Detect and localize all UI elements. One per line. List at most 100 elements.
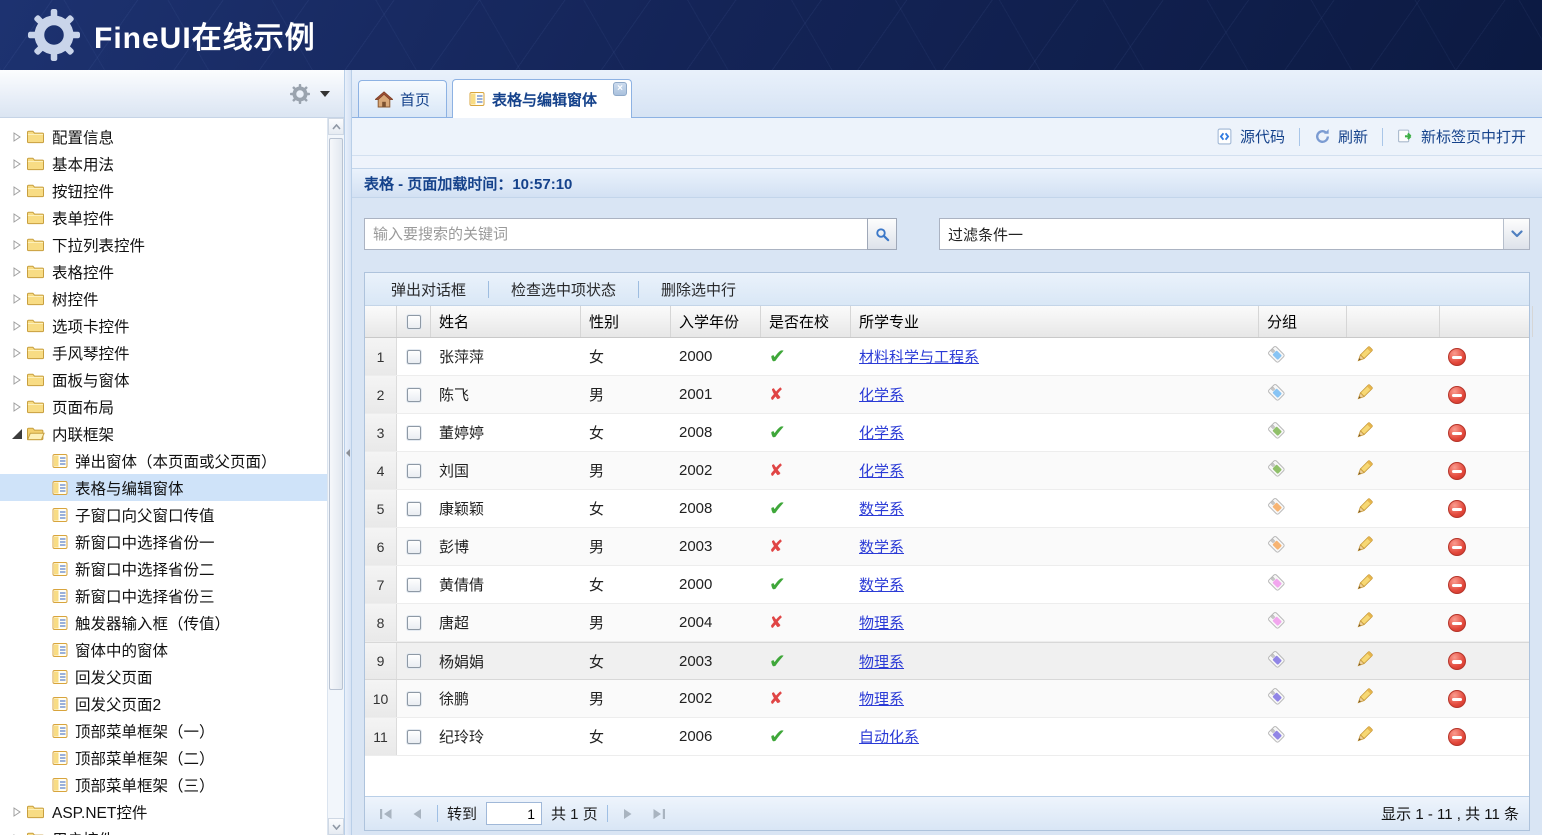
tree-item[interactable]: 弹出窗体（本页面或父页面） xyxy=(0,447,327,474)
tree-item[interactable]: 面板与窗体 xyxy=(0,366,327,393)
search-input[interactable] xyxy=(364,218,867,250)
column-header[interactable]: 是否在校 xyxy=(761,306,851,337)
settings-gear-icon[interactable] xyxy=(290,84,310,104)
row-checkbox[interactable] xyxy=(397,643,431,679)
tree-expand-icon[interactable] xyxy=(13,348,21,358)
tree-item[interactable]: 手风琴控件 xyxy=(0,339,327,366)
view-source-button[interactable]: 源代码 xyxy=(1216,126,1285,147)
tab-home[interactable]: 首页 xyxy=(358,80,447,117)
tree-expand-icon[interactable] xyxy=(13,186,21,196)
tree-expand-icon[interactable] xyxy=(13,159,21,169)
sidebar-splitter[interactable] xyxy=(345,70,352,835)
last-page-button[interactable] xyxy=(648,803,670,825)
delete-icon[interactable] xyxy=(1448,348,1466,366)
major-link[interactable]: 数学系 xyxy=(859,574,904,595)
group-tag-icon[interactable] xyxy=(1267,650,1286,673)
edit-button[interactable] xyxy=(1355,611,1374,634)
tree-item[interactable]: 顶部菜单框架（二） xyxy=(0,744,327,771)
edit-button[interactable] xyxy=(1355,345,1374,368)
select-all-checkbox[interactable] xyxy=(397,306,431,337)
grid-toolbar-button[interactable]: 删除选中行 xyxy=(639,279,758,300)
tree-item[interactable]: ASP.NET控件 xyxy=(0,798,327,825)
group-tag-icon[interactable] xyxy=(1267,383,1286,406)
group-tag-icon[interactable] xyxy=(1267,497,1286,520)
tree-item[interactable]: 新窗口中选择省份二 xyxy=(0,555,327,582)
tree-item[interactable]: 树控件 xyxy=(0,285,327,312)
tree-expand-icon[interactable] xyxy=(13,402,21,412)
group-tag-icon[interactable] xyxy=(1267,611,1286,634)
column-header[interactable]: 分组 xyxy=(1259,306,1347,337)
tree-expand-icon[interactable] xyxy=(13,375,21,385)
column-header[interactable]: 入学年份 xyxy=(671,306,761,337)
edit-button[interactable] xyxy=(1355,497,1374,520)
delete-icon[interactable] xyxy=(1448,576,1466,594)
edit-button[interactable] xyxy=(1355,725,1374,748)
filter-dropdown[interactable]: 过滤条件一 xyxy=(939,218,1530,250)
edit-button[interactable] xyxy=(1355,421,1374,444)
row-checkbox[interactable] xyxy=(397,718,431,755)
settings-dropdown-caret-icon[interactable] xyxy=(320,91,330,97)
delete-icon[interactable] xyxy=(1448,500,1466,518)
grid-toolbar-button[interactable]: 弹出对话框 xyxy=(369,279,488,300)
tree-item[interactable]: 新窗口中选择省份三 xyxy=(0,582,327,609)
tree-expand-icon[interactable] xyxy=(13,321,21,331)
tree-item[interactable]: 子窗口向父窗口传值 xyxy=(0,501,327,528)
tree-expand-icon[interactable] xyxy=(13,294,21,304)
tree-expand-icon[interactable] xyxy=(13,132,21,142)
delete-icon[interactable] xyxy=(1448,424,1466,442)
group-tag-icon[interactable] xyxy=(1267,725,1286,748)
delete-icon[interactable] xyxy=(1448,538,1466,556)
major-link[interactable]: 化学系 xyxy=(859,422,904,443)
edit-button[interactable] xyxy=(1355,687,1374,710)
group-tag-icon[interactable] xyxy=(1267,345,1286,368)
group-tag-icon[interactable] xyxy=(1267,535,1286,558)
row-checkbox[interactable] xyxy=(397,414,431,451)
tree-item[interactable]: 基本用法 xyxy=(0,150,327,177)
refresh-button[interactable]: 刷新 xyxy=(1314,126,1368,147)
tree-item[interactable]: 选项卡控件 xyxy=(0,312,327,339)
column-header[interactable]: 所学专业 xyxy=(851,306,1259,337)
search-button[interactable] xyxy=(867,218,897,250)
tree-item[interactable]: 内联框架 xyxy=(0,420,327,447)
major-link[interactable]: 材料科学与工程系 xyxy=(859,346,979,367)
group-tag-icon[interactable] xyxy=(1267,687,1286,710)
tree-item[interactable]: 表格控件 xyxy=(0,258,327,285)
row-checkbox[interactable] xyxy=(397,338,431,375)
prev-page-button[interactable] xyxy=(406,803,428,825)
tree-item[interactable]: 触发器输入框（传值） xyxy=(0,609,327,636)
delete-icon[interactable] xyxy=(1448,690,1466,708)
tree-item[interactable]: 按钮控件 xyxy=(0,177,327,204)
scrollbar-thumb[interactable] xyxy=(329,138,343,690)
sidebar-scrollbar[interactable] xyxy=(327,118,344,835)
tree-item[interactable]: 页面布局 xyxy=(0,393,327,420)
tree-item[interactable]: 表格与编辑窗体 xyxy=(0,474,327,501)
tab-grid-edit-window[interactable]: 表格与编辑窗体× xyxy=(452,79,632,118)
major-link[interactable]: 物理系 xyxy=(859,612,904,633)
tree-item[interactable]: 顶部菜单框架（一） xyxy=(0,717,327,744)
tree-expand-icon[interactable] xyxy=(13,267,21,277)
major-link[interactable]: 物理系 xyxy=(859,651,904,672)
row-checkbox[interactable] xyxy=(397,452,431,489)
major-link[interactable]: 化学系 xyxy=(859,384,904,405)
edit-button[interactable] xyxy=(1355,383,1374,406)
row-checkbox[interactable] xyxy=(397,376,431,413)
tree-item[interactable]: 回发父页面 xyxy=(0,663,327,690)
scroll-up-button[interactable] xyxy=(328,118,344,135)
tree-item[interactable]: 回发父页面2 xyxy=(0,690,327,717)
tree-item[interactable]: 顶部菜单框架（三） xyxy=(0,771,327,798)
delete-icon[interactable] xyxy=(1448,386,1466,404)
tree-item[interactable]: 表单控件 xyxy=(0,204,327,231)
tree-item[interactable]: 窗体中的窗体 xyxy=(0,636,327,663)
tree-expand-icon[interactable] xyxy=(13,240,21,250)
tree-expand-icon[interactable] xyxy=(13,213,21,223)
grid-toolbar-button[interactable]: 检查选中项状态 xyxy=(489,279,638,300)
delete-icon[interactable] xyxy=(1448,728,1466,746)
row-checkbox[interactable] xyxy=(397,566,431,603)
delete-icon[interactable] xyxy=(1448,614,1466,632)
edit-button[interactable] xyxy=(1355,573,1374,596)
delete-icon[interactable] xyxy=(1448,462,1466,480)
tree-item[interactable]: 新窗口中选择省份一 xyxy=(0,528,327,555)
tree-item[interactable]: 用户控件 xyxy=(0,825,327,835)
page-number-input[interactable] xyxy=(486,802,542,825)
edit-button[interactable] xyxy=(1355,535,1374,558)
